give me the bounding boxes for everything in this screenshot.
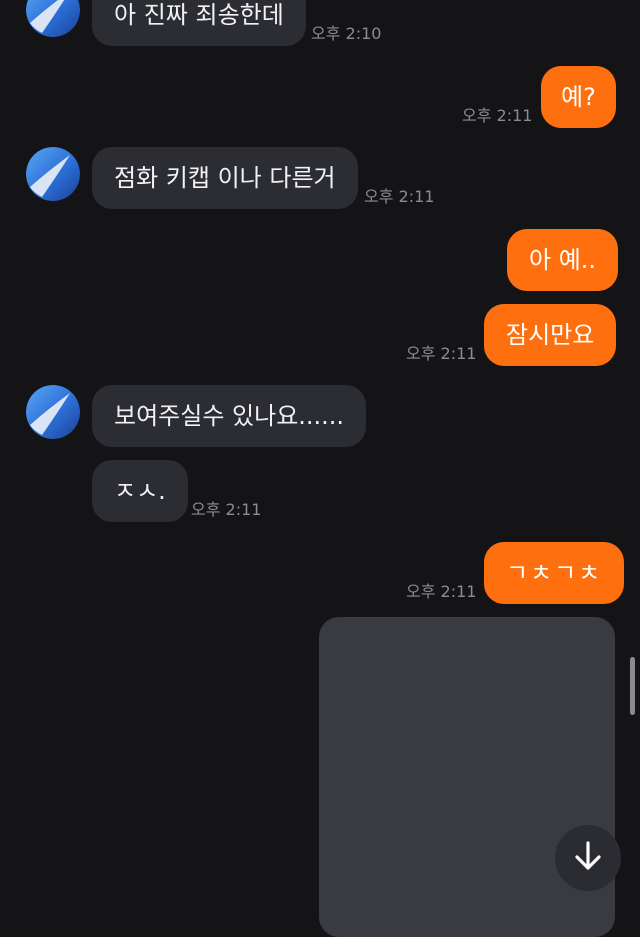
message-bubble-incoming[interactable]: 보여주실수 있나요...... bbox=[92, 385, 367, 447]
avatar[interactable] bbox=[26, 147, 80, 201]
avatar[interactable] bbox=[26, 385, 80, 439]
arrow-down-icon bbox=[571, 839, 605, 877]
message-timestamp: 오후 2:11 bbox=[406, 582, 477, 601]
message-timestamp: 오후 2:11 bbox=[191, 500, 262, 519]
message-timestamp: 오후 2:11 bbox=[462, 106, 533, 125]
avatar[interactable] bbox=[26, 0, 80, 37]
message-bubble-incoming[interactable]: ㅈㅅ. bbox=[92, 460, 188, 522]
message-bubble-outgoing[interactable]: 잠시만요 bbox=[484, 304, 617, 366]
scroll-to-bottom-button[interactable] bbox=[555, 825, 621, 891]
message-bubble-outgoing[interactable]: ㄱㅊㄱㅊ bbox=[484, 542, 625, 604]
message-bubble-incoming[interactable]: 아 진짜 죄송한데 bbox=[92, 0, 306, 46]
message-timestamp: 오후 2:10 bbox=[311, 24, 382, 43]
message-bubble-outgoing[interactable]: 아 예.. bbox=[507, 229, 619, 291]
photo-attachment[interactable] bbox=[319, 617, 615, 937]
message-timestamp: 오후 2:11 bbox=[364, 187, 435, 206]
message-bubble-outgoing[interactable]: 예? bbox=[541, 66, 616, 128]
message-bubble-incoming[interactable]: 점화 키캡 이나 다른거 bbox=[92, 147, 358, 209]
scrollbar[interactable] bbox=[630, 657, 635, 715]
message-timestamp: 오후 2:11 bbox=[406, 344, 477, 363]
